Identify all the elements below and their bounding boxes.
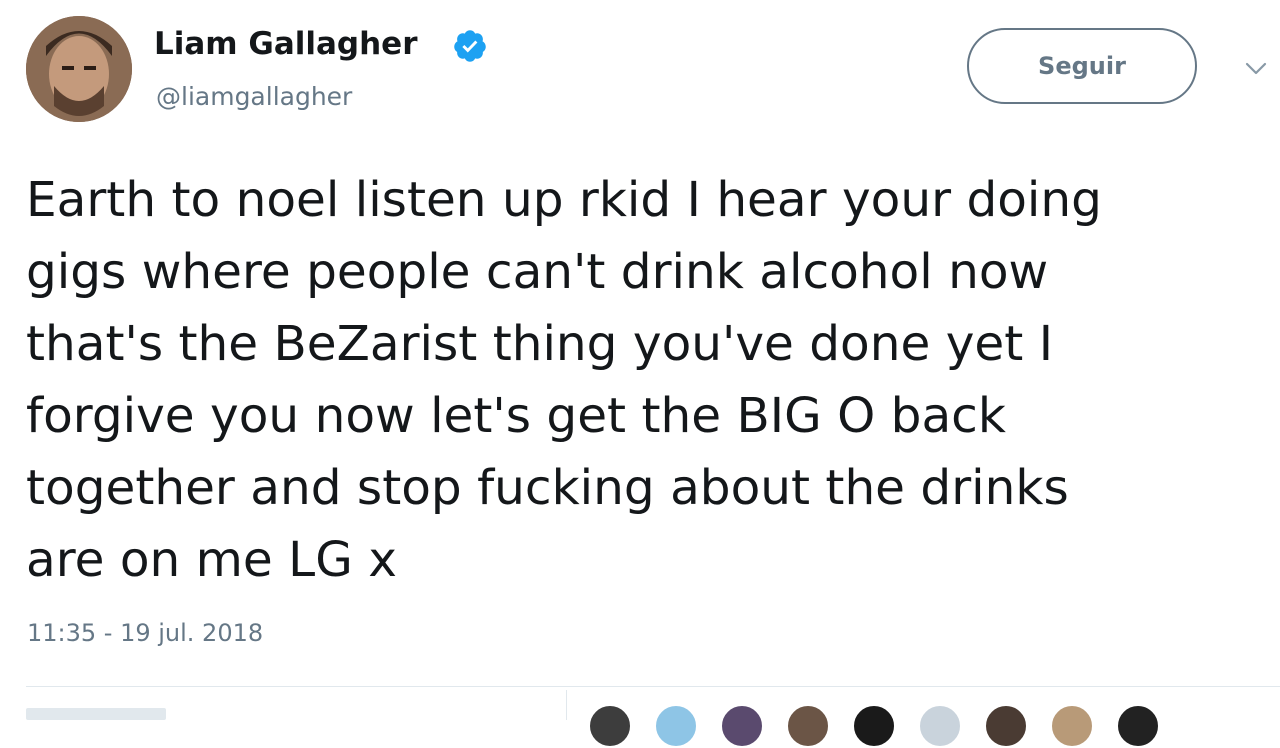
stats-separator <box>566 690 567 720</box>
stats-count <box>26 708 166 720</box>
liker-avatar[interactable] <box>984 704 1028 748</box>
author-avatar[interactable] <box>26 16 132 122</box>
liker-avatar[interactable] <box>1050 704 1094 748</box>
tweet-text: Earth to noel listen up rkid I hear your… <box>26 172 1102 588</box>
tweet-timestamp[interactable]: 11:35 - 19 jul. 2018 <box>27 619 263 647</box>
stats-divider <box>26 686 1280 687</box>
liker-avatar[interactable] <box>654 704 698 748</box>
chevron-down-icon[interactable] <box>1244 56 1268 80</box>
avatar-image <box>26 16 132 122</box>
liker-avatar[interactable] <box>720 704 764 748</box>
verified-badge-icon <box>454 30 486 62</box>
liker-avatar[interactable] <box>1116 704 1160 748</box>
liker-avatar[interactable] <box>918 704 962 748</box>
follow-button[interactable]: Seguir <box>967 28 1197 104</box>
author-handle[interactable]: @liamgallagher <box>156 82 352 111</box>
author-name[interactable]: Liam Gallagher <box>154 26 418 62</box>
liker-avatar[interactable] <box>786 704 830 748</box>
liker-avatar[interactable] <box>852 704 896 748</box>
liker-avatar[interactable] <box>588 704 632 748</box>
